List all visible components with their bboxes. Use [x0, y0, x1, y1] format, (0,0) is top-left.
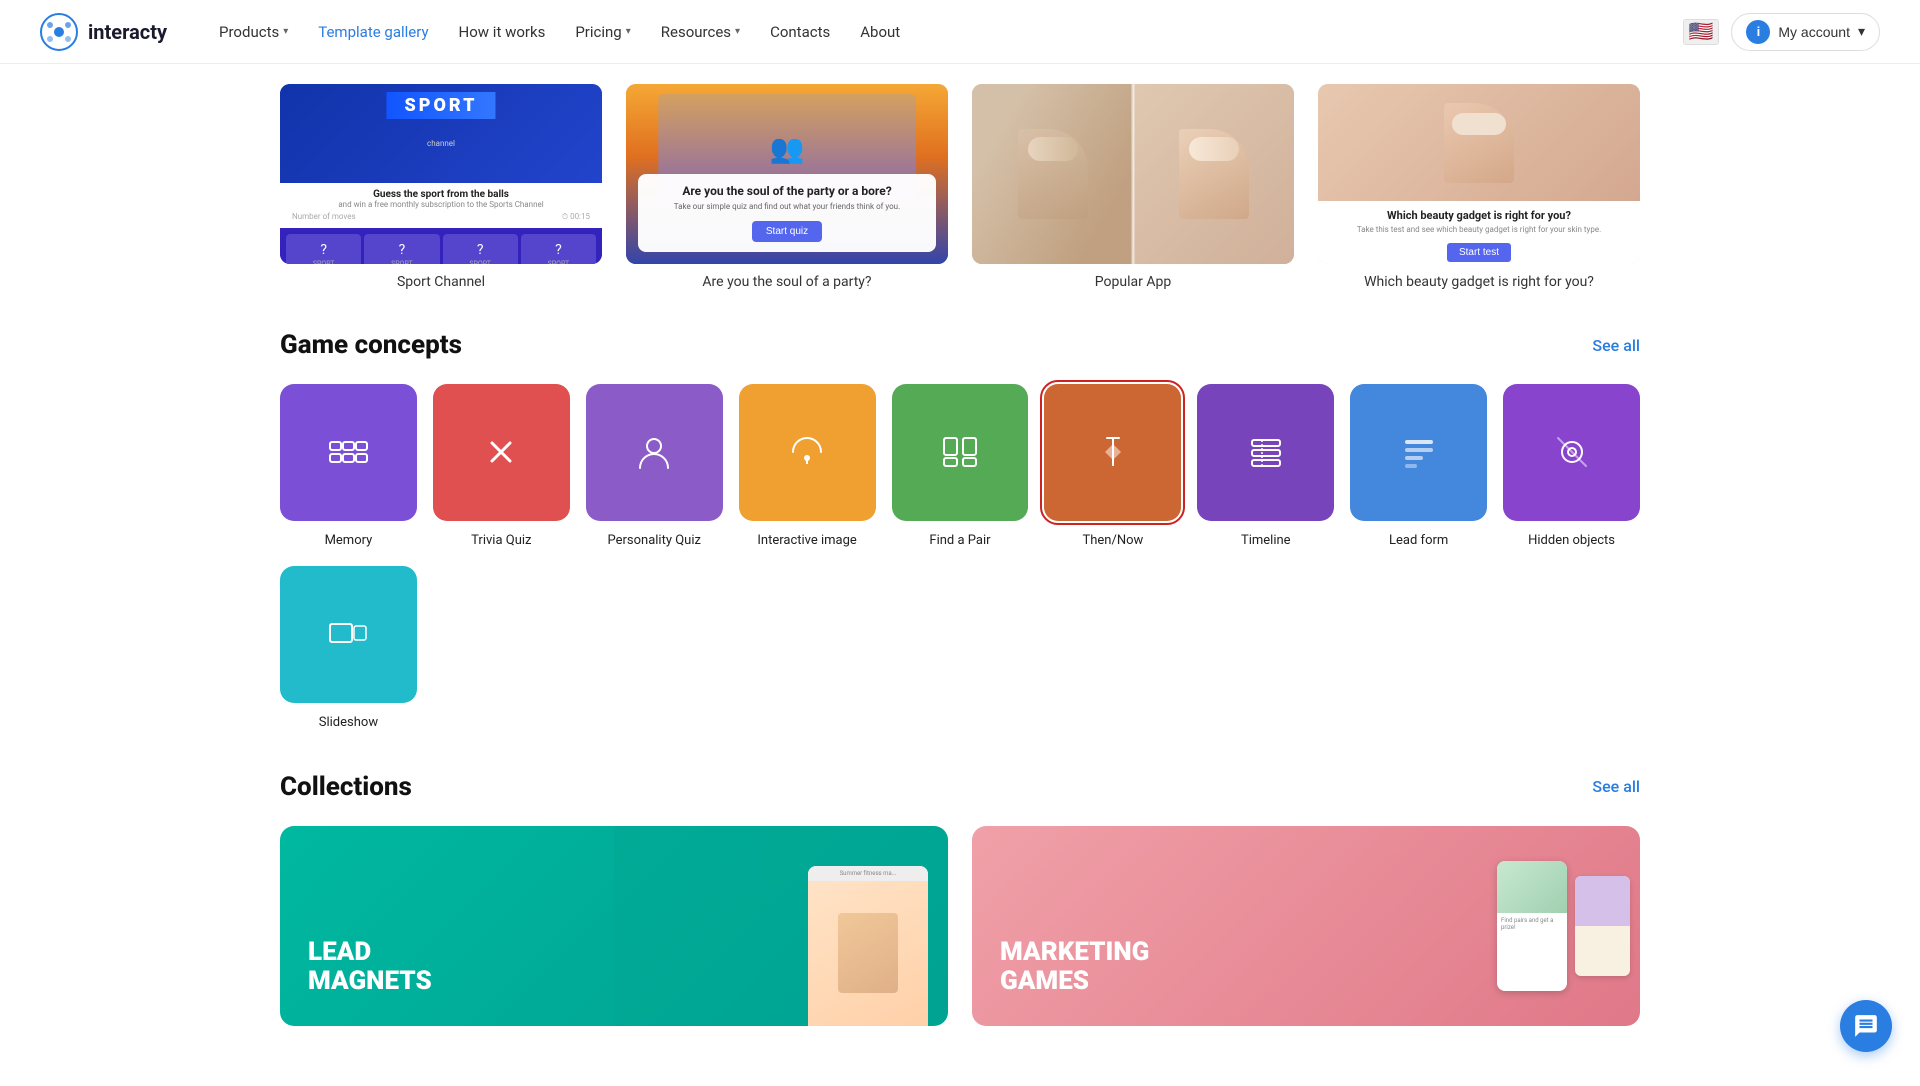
concept-label-leadform: Lead form	[1389, 533, 1448, 550]
nav-template-gallery[interactable]: Template gallery	[306, 17, 440, 47]
concept-label-interactive: Interactive image	[757, 533, 856, 550]
concept-label-memory: Memory	[325, 533, 373, 550]
party-card-bg: 👥 Are you the soul of the party or a bor…	[626, 84, 948, 264]
collections-title: Collections	[280, 772, 412, 802]
concept-label-thennow: Then/Now	[1082, 533, 1143, 550]
concept-hidden[interactable]: Hidden objects	[1503, 384, 1640, 550]
template-card-title: Sport Channel	[280, 274, 602, 290]
nav-pricing[interactable]: Pricing ▾	[563, 17, 642, 47]
nav-right: 🇺🇸 i My account ▾	[1683, 13, 1880, 51]
chevron-down-icon: ▾	[283, 26, 288, 37]
collections-grid: LEADMAGNETS Summer fitness ma... MARKETI…	[280, 826, 1640, 1026]
language-selector[interactable]: 🇺🇸	[1683, 19, 1719, 45]
nav-products[interactable]: Products ▾	[207, 17, 300, 47]
sport-card-bg: SPORT channel Guess the sport from the b…	[280, 84, 602, 264]
concept-icon-personality	[586, 384, 723, 521]
collection-lead-magnets[interactable]: LEADMAGNETS Summer fitness ma...	[280, 826, 948, 1026]
concept-icon-slideshow	[280, 566, 417, 703]
concept-findpair[interactable]: Find a Pair	[892, 384, 1029, 550]
template-card-title: Which beauty gadget is right for you?	[1318, 274, 1640, 290]
concept-icon-trivia	[433, 384, 570, 521]
game-concepts-grid: Memory Trivia Quiz Personality Quiz Inte…	[280, 384, 1640, 732]
concept-icon-memory	[280, 384, 417, 521]
collection-marketing-games[interactable]: MARKETINGGAMES Find pairs and get a priz…	[972, 826, 1640, 1026]
concept-thennow[interactable]: Then/Now	[1044, 384, 1181, 550]
template-card-sport[interactable]: SPORT channel Guess the sport from the b…	[280, 84, 602, 290]
concept-label-hidden: Hidden objects	[1528, 533, 1615, 550]
game-concepts-see-all[interactable]: See all	[1592, 336, 1640, 355]
collection-label-marketing: MARKETINGGAMES	[1000, 938, 1149, 995]
concept-icon-hidden	[1503, 384, 1640, 521]
chevron-down-icon: ▾	[626, 26, 631, 37]
concept-icon-thennow	[1044, 384, 1181, 521]
concept-icon-interactive	[739, 384, 876, 521]
concept-icon-timeline	[1197, 384, 1334, 521]
account-button[interactable]: i My account ▾	[1731, 13, 1880, 51]
chat-icon	[1853, 1013, 1879, 1039]
concept-label-timeline: Timeline	[1241, 533, 1291, 550]
concept-icon-leadform	[1350, 384, 1487, 521]
nav-contacts[interactable]: Contacts	[758, 17, 842, 47]
concept-leadform[interactable]: Lead form	[1350, 384, 1487, 550]
concept-label-personality: Personality Quiz	[607, 533, 700, 550]
concept-slideshow[interactable]: Slideshow	[280, 566, 417, 732]
nav-resources[interactable]: Resources ▾	[649, 17, 752, 47]
concept-trivia[interactable]: Trivia Quiz	[433, 384, 570, 550]
page-content: SPORT channel Guess the sport from the b…	[240, 64, 1680, 1086]
collections-see-all[interactable]: See all	[1592, 777, 1640, 796]
nav-how-it-works[interactable]: How it works	[447, 17, 558, 47]
template-card-beauty[interactable]: Which beauty gadget is right for you? Ta…	[1318, 84, 1640, 290]
chevron-down-icon: ▾	[1858, 23, 1865, 40]
template-card-party[interactable]: 👥 Are you the soul of the party or a bor…	[626, 84, 948, 290]
nav-about[interactable]: About	[848, 17, 912, 47]
concept-timeline[interactable]: Timeline	[1197, 384, 1334, 550]
featured-templates-row: SPORT channel Guess the sport from the b…	[280, 64, 1640, 320]
concept-personality[interactable]: Personality Quiz	[586, 384, 723, 550]
game-concepts-header: Game concepts See all	[280, 330, 1640, 360]
main-nav: interacty Products ▾ Template gallery Ho…	[0, 0, 1920, 64]
template-card-title: Are you the soul of a party?	[626, 274, 948, 290]
collection-label-lead: LEADMAGNETS	[308, 938, 432, 995]
nav-links: Products ▾ Template gallery How it works…	[207, 17, 1683, 47]
collections-header: Collections See all	[280, 772, 1640, 802]
template-card-title: Popular App	[972, 274, 1294, 290]
account-icon: i	[1746, 20, 1770, 44]
logo-text: interacty	[88, 20, 167, 44]
game-concepts-title: Game concepts	[280, 330, 462, 360]
logo[interactable]: interacty	[40, 13, 167, 51]
chat-fab[interactable]	[1840, 1000, 1892, 1052]
concept-label-findpair: Find a Pair	[929, 533, 990, 550]
concept-icon-findpair	[892, 384, 1029, 521]
template-card-popular[interactable]: Popular App	[972, 84, 1294, 290]
concept-interactive[interactable]: Interactive image	[739, 384, 876, 550]
concept-label-trivia: Trivia Quiz	[471, 533, 531, 550]
chevron-down-icon: ▾	[735, 26, 740, 37]
concept-memory[interactable]: Memory	[280, 384, 417, 550]
concept-label-slideshow: Slideshow	[319, 715, 378, 732]
